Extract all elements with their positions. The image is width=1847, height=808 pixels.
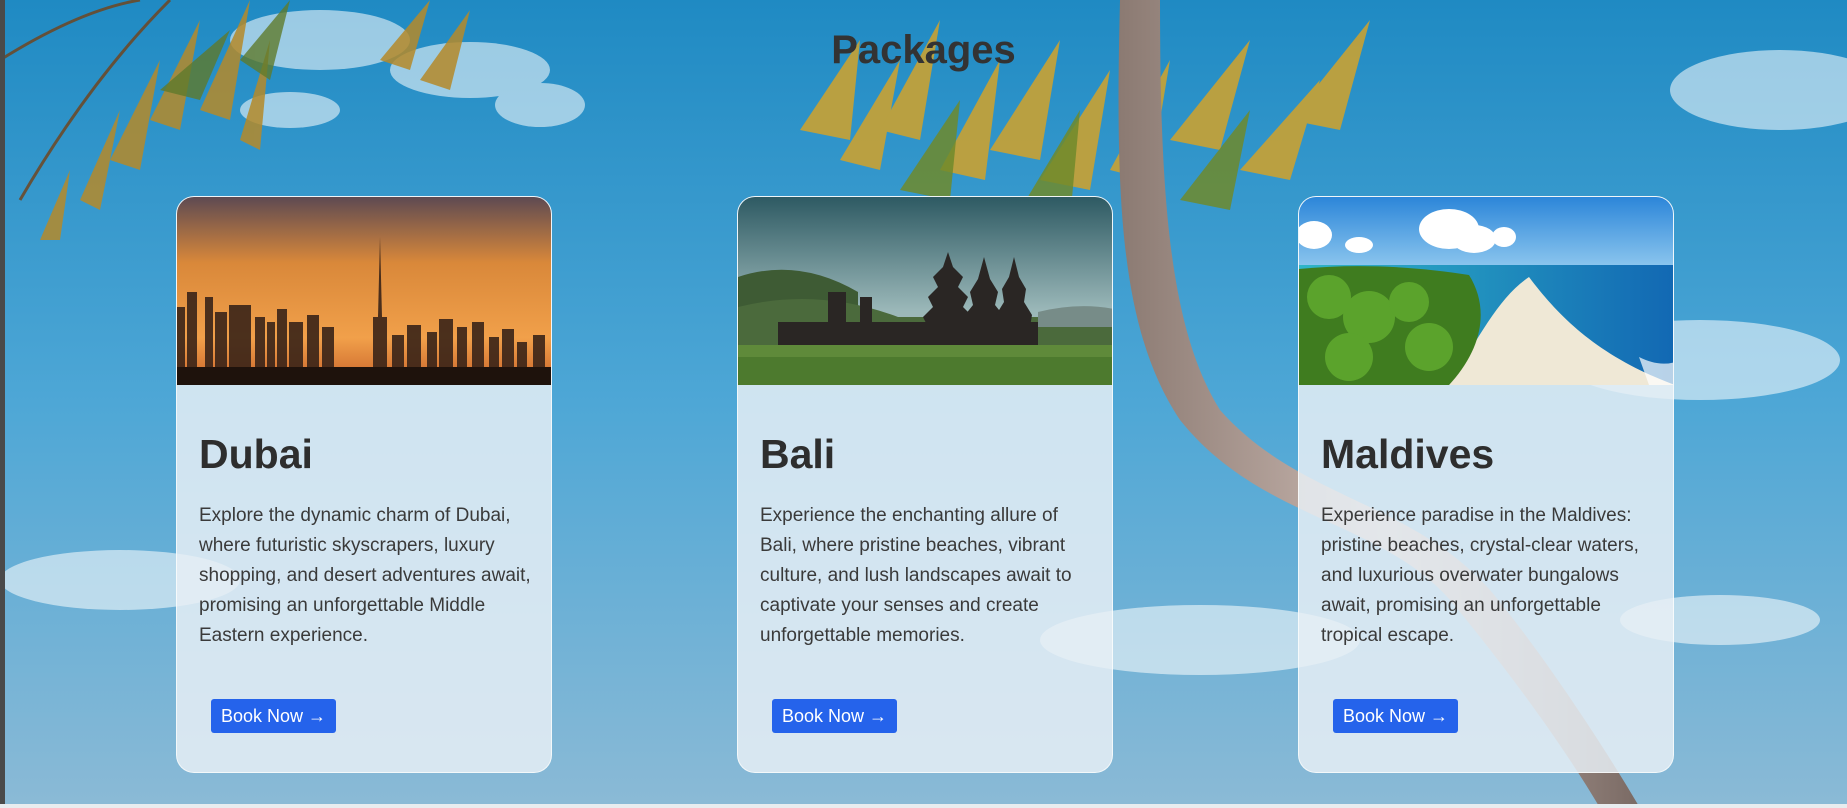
left-edge-bar [0, 0, 5, 808]
book-now-button-maldives[interactable]: Book Now → [1333, 699, 1459, 733]
package-description: Experience the enchanting allure of Bali… [760, 505, 1072, 646]
package-card-bali: Bali Experience the enchanting allure of… [737, 196, 1113, 773]
package-card-dubai: Dubai Explore the dynamic charm of Dubai… [176, 196, 552, 773]
package-description: Experience paradise in the Maldives: pri… [1321, 505, 1639, 646]
package-title: Maldives [1321, 431, 1495, 477]
dubai-skyline-image [177, 197, 551, 385]
package-description: Explore the dynamic charm of Dubai, wher… [199, 505, 531, 646]
book-now-button-dubai[interactable]: Book Now → [211, 699, 337, 733]
package-title: Bali [760, 431, 836, 477]
packages-page: Packages Dubai Explore the dynamic charm… [0, 0, 1847, 808]
book-now-button-bali[interactable]: Book Now → [772, 699, 898, 733]
package-title: Dubai [199, 431, 313, 477]
package-card-maldives: Maldives Experience paradise in the Mald… [1298, 196, 1674, 773]
page-bottom-border [0, 804, 1847, 808]
maldives-beach-image [1299, 197, 1673, 385]
section-title: Packages [831, 28, 1016, 72]
bali-temple-image [738, 197, 1112, 385]
